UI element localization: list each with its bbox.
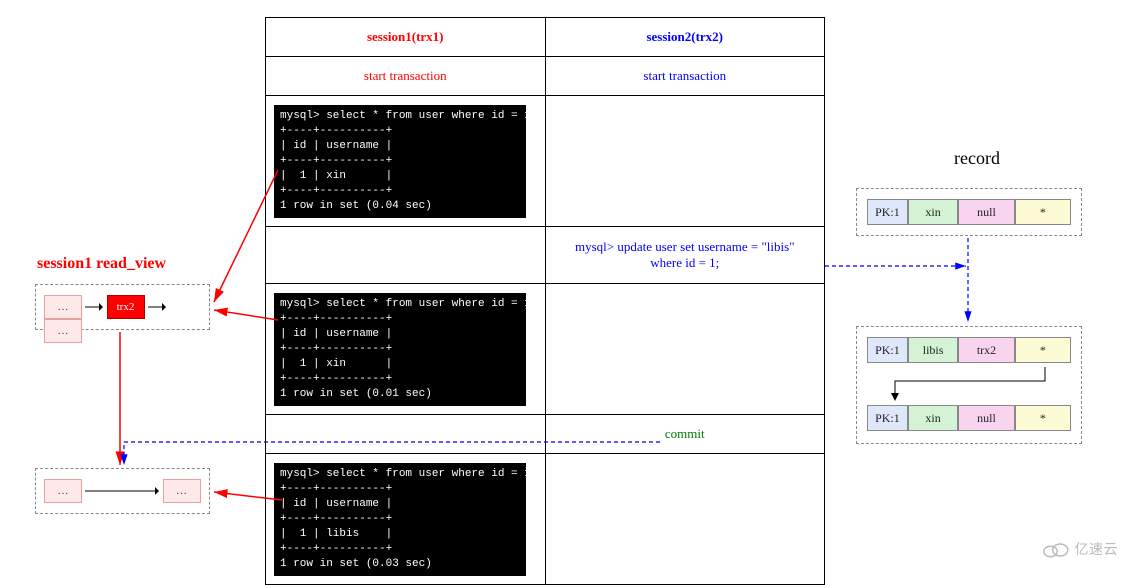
rec1-pk: PK:1 xyxy=(867,199,908,225)
roll-pointer-arrow-icon xyxy=(867,363,1072,401)
rv1-c: … xyxy=(44,319,82,343)
row-select-1: mysql> select * from user where id = 1; … xyxy=(266,96,825,227)
row-update: mysql> update user set username = "libis… xyxy=(266,227,825,284)
table-header-row: session1(trx1) session2(trx2) xyxy=(266,18,825,57)
record-title: record xyxy=(954,148,1000,169)
rv1-a: … xyxy=(44,295,82,319)
diagram-canvas: session1(trx1) session2(trx2) start tran… xyxy=(0,0,1128,565)
terminal-select-2: mysql> select * from user where id = 1; … xyxy=(274,293,526,406)
read-view-title: session1 read_view xyxy=(37,255,166,273)
rv2-b: … xyxy=(163,479,201,503)
cloud-icon xyxy=(1040,541,1070,559)
rec3-pk: PK:1 xyxy=(867,405,908,431)
terminal-select-3: mysql> select * from user where id = 1; … xyxy=(274,463,526,576)
rec1-trx: null xyxy=(958,199,1014,225)
trx2-start: start transaction xyxy=(643,68,726,83)
rec1-name: xin xyxy=(908,199,959,225)
trx1-start: start transaction xyxy=(364,68,447,83)
col2-header: session2(trx2) xyxy=(646,29,723,44)
record-version-new: PK:1 libis trx2 * xyxy=(867,337,1071,363)
trx2-update-line1: mysql> update user set username = "libis… xyxy=(575,239,795,254)
read-view-box-2: … … xyxy=(35,468,210,514)
rec2-trx: trx2 xyxy=(958,337,1014,363)
row-commit: commit xyxy=(266,415,825,454)
col1-header: session1(trx1) xyxy=(367,29,444,44)
rec2-pk: PK:1 xyxy=(867,337,908,363)
rec1-ptr: * xyxy=(1015,199,1071,225)
trx2-update-line2: where id = 1; xyxy=(650,255,719,270)
row-select-2: mysql> select * from user where id = 1; … xyxy=(266,284,825,415)
terminal-select-1: mysql> select * from user where id = 1; … xyxy=(274,105,526,218)
record-box-1: PK:1 xin null * xyxy=(856,188,1082,236)
record-version-old: PK:1 xin null * xyxy=(867,405,1071,431)
watermark: 亿速云 xyxy=(1040,539,1118,559)
rec3-trx: null xyxy=(958,405,1014,431)
rv1-b: trx2 xyxy=(107,295,145,319)
rec3-name: xin xyxy=(908,405,959,431)
rec2-name: libis xyxy=(908,337,959,363)
read-view-box-1: … trx2 … xyxy=(35,284,210,330)
rv2-a: … xyxy=(44,479,82,503)
trx2-commit: commit xyxy=(665,426,705,441)
row-start-transaction: start transaction start transaction xyxy=(266,57,825,96)
sessions-table: session1(trx1) session2(trx2) start tran… xyxy=(265,17,825,585)
rec2-ptr: * xyxy=(1015,337,1071,363)
watermark-text: 亿速云 xyxy=(1075,541,1119,557)
rec3-ptr: * xyxy=(1015,405,1071,431)
record-box-2: PK:1 libis trx2 * PK:1 xin null * xyxy=(856,326,1082,444)
